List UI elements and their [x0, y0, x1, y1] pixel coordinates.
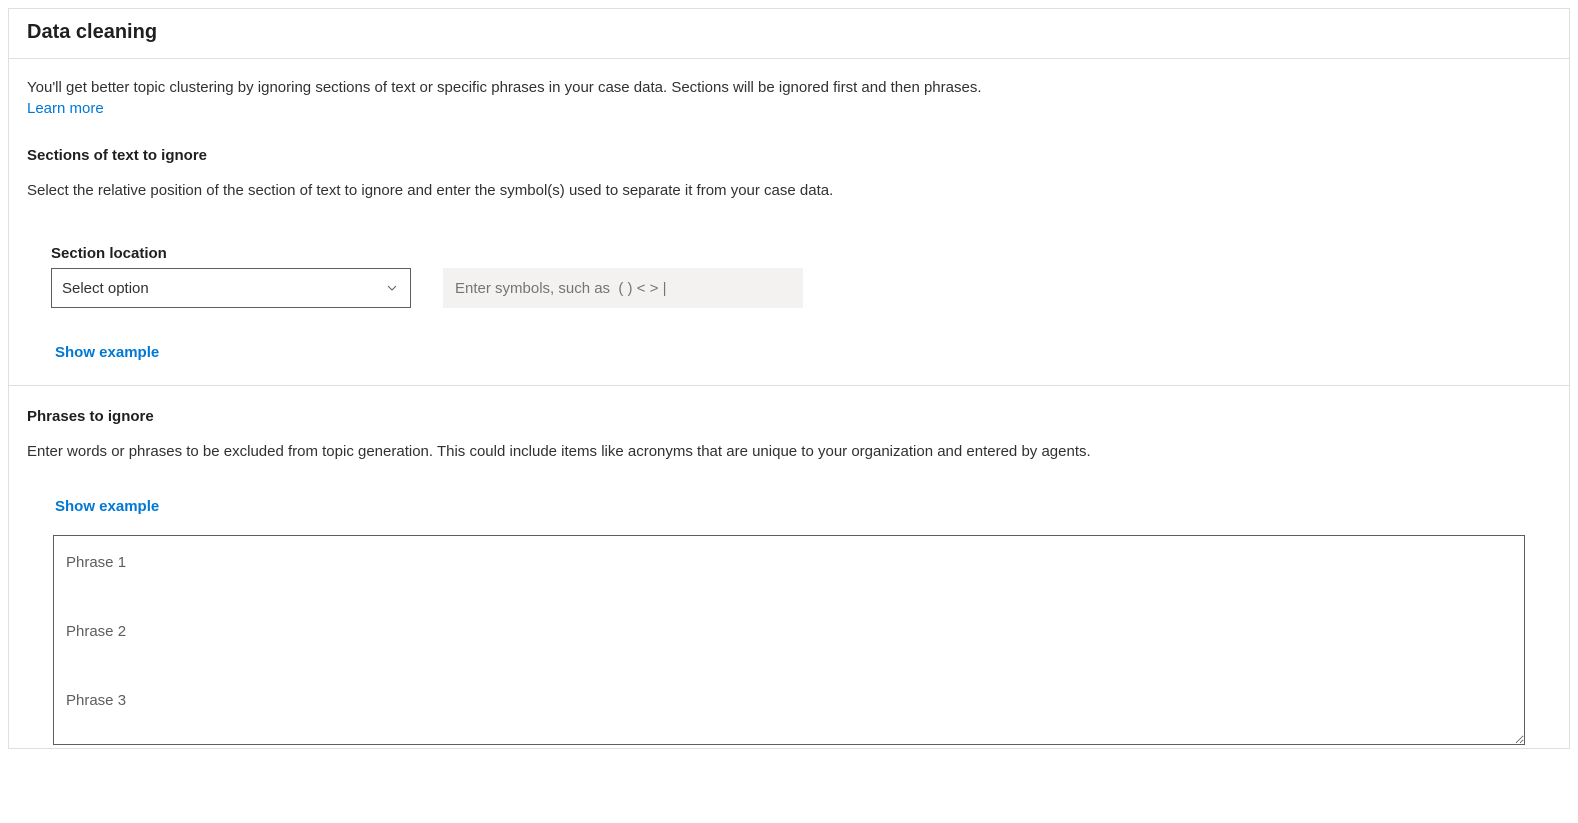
data-cleaning-panel: Data cleaning You'll get better topic cl…	[8, 8, 1570, 749]
show-example-phrases-link[interactable]: Show example	[55, 498, 159, 515]
phrases-heading: Phrases to ignore	[27, 408, 1551, 425]
section-location-field: Section location Select option	[51, 245, 411, 308]
show-example-sections-link[interactable]: Show example	[55, 344, 159, 361]
section-location-select[interactable]: Select option	[51, 268, 411, 308]
section-location-label: Section location	[51, 245, 411, 262]
panel-header: Data cleaning	[9, 9, 1569, 59]
symbols-field	[443, 268, 803, 308]
section-location-select-wrap: Select option	[51, 268, 411, 308]
intro-text: You'll get better topic clustering by ig…	[27, 77, 1551, 98]
phrases-description: Enter words or phrases to be excluded fr…	[27, 441, 1287, 464]
page-title: Data cleaning	[27, 21, 1551, 44]
learn-more-link[interactable]: Learn more	[27, 100, 104, 117]
phrases-textarea[interactable]	[53, 535, 1525, 745]
symbols-input[interactable]	[443, 268, 803, 308]
section-location-row: Section location Select option	[27, 245, 1551, 308]
panel-content: You'll get better topic clustering by ig…	[9, 59, 1569, 748]
phrases-section: Phrases to ignore Enter words or phrases…	[27, 386, 1551, 748]
sections-description: Select the relative position of the sect…	[27, 180, 1551, 201]
sections-heading: Sections of text to ignore	[27, 147, 1551, 164]
